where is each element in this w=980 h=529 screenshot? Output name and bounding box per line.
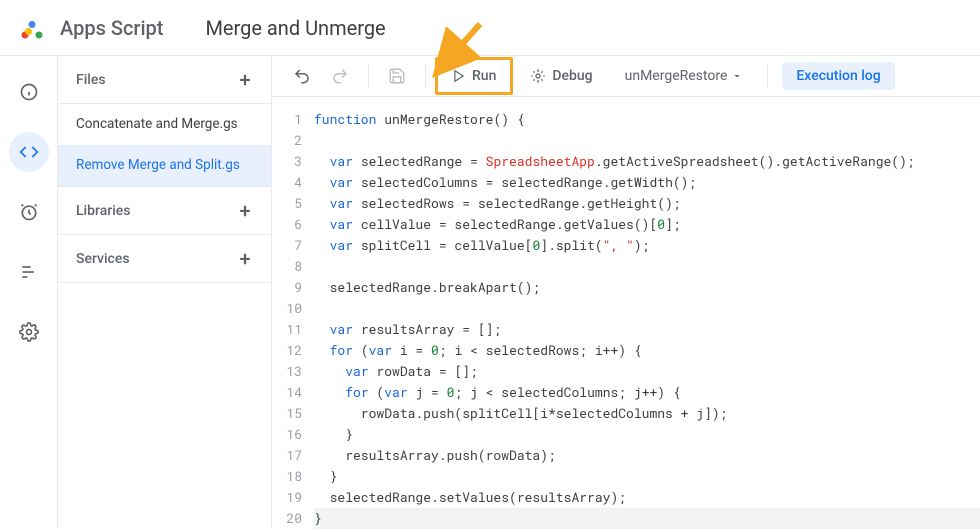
- triggers-icon[interactable]: [9, 192, 49, 232]
- line-gutter: 1234567891011121314151617181920: [272, 109, 314, 529]
- run-button[interactable]: Run: [440, 62, 508, 90]
- services-label: Services: [76, 251, 130, 267]
- file-item[interactable]: Remove Merge and Split.gs: [58, 145, 271, 186]
- run-label: Run: [472, 68, 496, 84]
- save-icon[interactable]: [383, 62, 411, 90]
- add-service-button[interactable]: +: [233, 247, 257, 271]
- editor-icon[interactable]: [9, 132, 49, 172]
- debug-button[interactable]: Debug: [518, 62, 604, 90]
- files-header: Files +: [58, 56, 271, 104]
- files-panel: Files + Concatenate and Merge.gs Remove …: [58, 56, 272, 529]
- file-item[interactable]: Concatenate and Merge.gs: [58, 104, 271, 145]
- app-name: Apps Script: [60, 16, 163, 40]
- toolbar: Run Debug unMergeRestore Execution log: [272, 56, 980, 97]
- libraries-label: Libraries: [76, 203, 130, 219]
- chevron-down-icon: [731, 70, 743, 82]
- code-editor[interactable]: 1234567891011121314151617181920 function…: [272, 97, 980, 529]
- function-select[interactable]: unMergeRestore: [615, 62, 754, 90]
- function-selected: unMergeRestore: [625, 68, 728, 84]
- libraries-header: Libraries +: [58, 187, 271, 235]
- left-rail: [0, 56, 58, 529]
- add-file-button[interactable]: +: [233, 68, 257, 92]
- files-label: Files: [76, 72, 106, 88]
- overview-icon[interactable]: [9, 72, 49, 112]
- settings-icon[interactable]: [9, 312, 49, 352]
- main: Run Debug unMergeRestore Execution log 1…: [272, 56, 980, 529]
- header: Apps Script Merge and Unmerge: [0, 0, 980, 56]
- redo-icon[interactable]: [326, 62, 354, 90]
- play-icon: [452, 69, 466, 83]
- debug-label: Debug: [552, 68, 592, 84]
- executions-icon[interactable]: [9, 252, 49, 292]
- debug-icon: [530, 68, 546, 84]
- file-list: Concatenate and Merge.gs Remove Merge an…: [58, 104, 271, 186]
- apps-script-logo-icon: [18, 14, 46, 42]
- project-name[interactable]: Merge and Unmerge: [205, 16, 385, 40]
- undo-icon[interactable]: [288, 62, 316, 90]
- execution-log-button[interactable]: Execution log: [782, 62, 894, 90]
- code-content[interactable]: function unMergeRestore() { var selected…: [314, 109, 980, 529]
- add-library-button[interactable]: +: [233, 199, 257, 223]
- services-header: Services +: [58, 235, 271, 283]
